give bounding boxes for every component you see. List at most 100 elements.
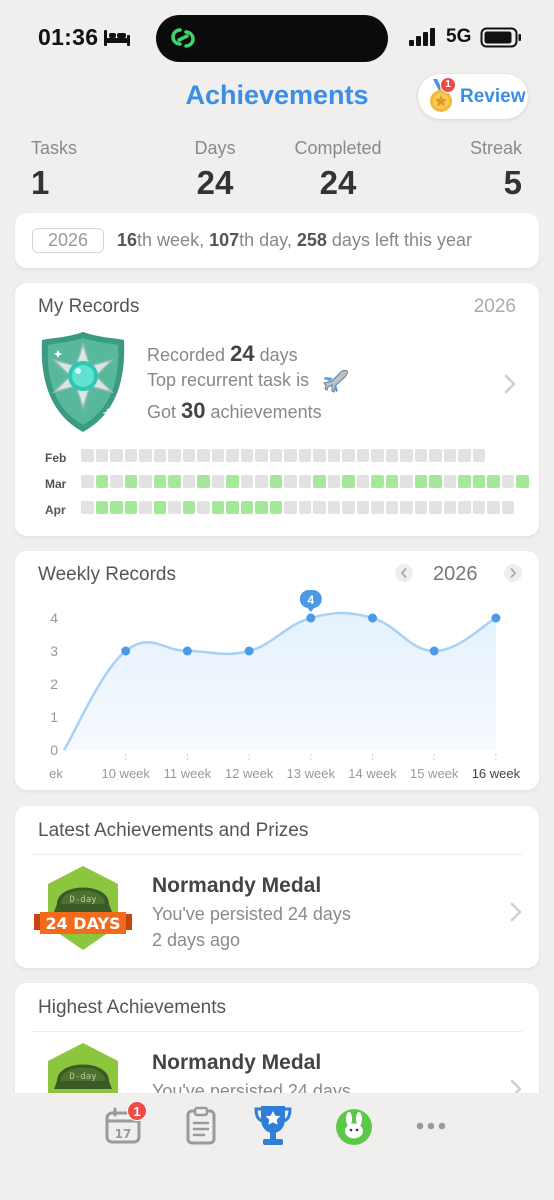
- x-tick-label: 15 week: [410, 766, 459, 781]
- bunny-icon: [336, 1109, 372, 1145]
- chevron-right-icon: [504, 374, 516, 394]
- days-left-number: 258: [296, 230, 327, 250]
- latest-achievements-title: Latest Achievements and Prizes: [38, 820, 309, 841]
- heatmap-day-cell: [81, 449, 94, 462]
- network-label: 5G: [446, 26, 472, 47]
- stat-label: Streak: [469, 138, 522, 158]
- tab-bar: 17 1: [0, 1093, 554, 1200]
- heatmap-day-cell: [414, 475, 427, 488]
- heatmap-day-cell: [255, 449, 268, 462]
- heatmap-day-cell: [197, 501, 210, 514]
- heatmap-day-cell: [342, 475, 355, 488]
- heatmap-day-cell: [269, 501, 282, 514]
- heatmap-day-cell: [284, 475, 297, 488]
- heatmap-day-cell: [168, 501, 181, 514]
- heatmap-day-cell: [371, 501, 384, 514]
- clipboard-icon: [186, 1106, 216, 1145]
- weekly-records-card: 0 1 2 3 4 4 ek 10 week 11 week 12 week 13 week 14 w…: [15, 551, 539, 790]
- heatmap-day-cell: [139, 449, 152, 462]
- heatmap-day-cell: [429, 501, 442, 514]
- recorded-days-line: Recorded 24 days: [147, 341, 298, 367]
- trophy-icon: [254, 1106, 292, 1145]
- heatmap-day-cell: [284, 501, 297, 514]
- stat-value: 1: [31, 164, 50, 201]
- heatmap-day-cell: [356, 475, 369, 488]
- heatmap-day-cell: [226, 475, 239, 488]
- heatmap-day-cell: [211, 475, 224, 488]
- heatmap-day-cell: [443, 475, 456, 488]
- chevron-right-icon: [510, 902, 522, 922]
- heatmap-day-cell: [211, 449, 224, 462]
- next-year-button[interactable]: [504, 564, 522, 582]
- highlight-value: 4: [307, 593, 314, 607]
- day-number: 107: [209, 230, 240, 250]
- x-tick-label: ek: [49, 766, 63, 781]
- heatmap-day-cell: [240, 449, 253, 462]
- year-chip: 2026: [32, 228, 104, 253]
- heatmap-day-cell: [226, 449, 239, 462]
- x-tick-label: 13 week: [287, 766, 336, 781]
- chevron-left-icon: [400, 568, 407, 578]
- heatmap-day-cell: [443, 449, 456, 462]
- heatmap-day-cell: [95, 501, 108, 514]
- heatmap-day-cell: [168, 475, 181, 488]
- tab-achievements[interactable]: [250, 1103, 296, 1149]
- battery-icon: [480, 27, 521, 48]
- heatmap-day-cell: [269, 449, 282, 462]
- shield-badge-icon: [41, 332, 125, 432]
- review-badge: 1: [440, 77, 456, 93]
- tab-pet[interactable]: [331, 1103, 377, 1149]
- heatmap-day-cell: [298, 449, 311, 462]
- heatmap-day-cell: [458, 475, 471, 488]
- tab-more[interactable]: [408, 1103, 454, 1149]
- heatmap-day-cell: [443, 501, 456, 514]
- heatmap-day-cell: [95, 449, 108, 462]
- highlight-pointer: [306, 607, 315, 612]
- top-task-text: Top recurrent task is: [147, 369, 310, 390]
- heatmap-day-cell: [342, 449, 355, 462]
- status-bar: 01:36 5G: [0, 0, 554, 75]
- heatmap-day-cell: [458, 501, 471, 514]
- x-tick-label: 10 week: [101, 766, 150, 781]
- heatmap-day-cell: [313, 449, 326, 462]
- calendar-badge: 1: [127, 1101, 147, 1121]
- weekly-chart: 0 1 2 3 4 4 ek 10 week 11 week 12 week 13 week 14 w…: [49, 590, 521, 781]
- chart-point: [368, 613, 377, 623]
- heatmap-day-cell: [110, 449, 123, 462]
- heatmap-day-cell: [284, 449, 297, 462]
- top-task-line: Top recurrent task is: [147, 369, 350, 393]
- my-records-card[interactable]: My Records 2026 Recorded 24 days Top rec…: [15, 283, 539, 536]
- x-tick-label: 16 week: [472, 766, 521, 781]
- heatmap-day-cell: [385, 475, 398, 488]
- heatmap-day-cell: [356, 501, 369, 514]
- y-tick-label: 3: [50, 643, 58, 659]
- weekly-records-title: Weekly Records: [38, 564, 176, 585]
- heatmap-day-cell: [153, 449, 166, 462]
- heatmap-day-cell: [313, 501, 326, 514]
- review-label: Review: [460, 86, 526, 107]
- days-left-suffix: days left this year: [331, 230, 472, 250]
- tab-tasks[interactable]: [178, 1103, 224, 1149]
- heatmap-day-cell: [400, 501, 413, 514]
- heatmap-day-cell: [400, 475, 413, 488]
- week-suffix: th week,: [137, 230, 205, 250]
- heatmap-day-cell: [240, 475, 253, 488]
- achievement-time: 2 days ago: [152, 930, 241, 950]
- recorded-days-value: 24: [230, 341, 255, 366]
- heatmap-day-cell: [269, 475, 282, 488]
- airplane-icon: [323, 369, 348, 393]
- heatmap-day-cell: [327, 449, 340, 462]
- status-time: 01:36: [38, 24, 99, 50]
- bed-icon: [104, 30, 130, 46]
- heatmap-day-cell: [516, 475, 529, 488]
- prev-year-button[interactable]: [395, 564, 413, 582]
- heatmap-month-label: Feb: [45, 451, 67, 465]
- heatmap-day-cell: [226, 501, 239, 514]
- heatmap-day-cell: [153, 501, 166, 514]
- achievement-name: Normandy Medal: [152, 1051, 322, 1074]
- review-button[interactable]: 1 Review: [418, 74, 528, 119]
- y-tick-label: 4: [50, 610, 58, 626]
- heatmap-day-cell: [240, 501, 253, 514]
- x-tick-label: 11 week: [164, 766, 212, 781]
- tab-calendar[interactable]: 17 1: [100, 1101, 147, 1149]
